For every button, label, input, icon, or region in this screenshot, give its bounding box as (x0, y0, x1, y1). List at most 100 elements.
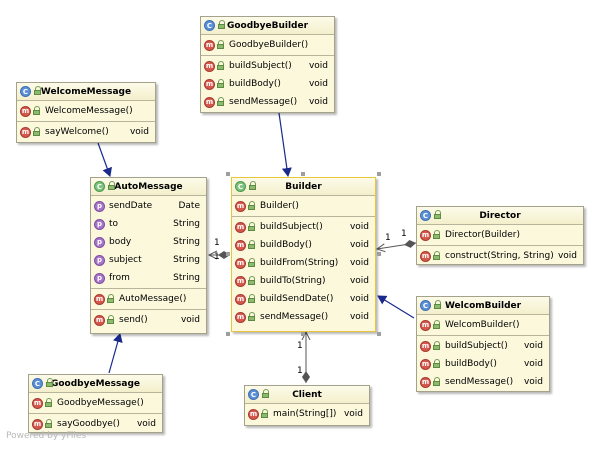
method-label: send() (119, 315, 148, 325)
method-row[interactable]: m buildBody() void (232, 236, 375, 254)
field-icon: p (94, 200, 105, 212)
method-icon: m (32, 418, 43, 430)
method-row[interactable]: m buildBody() void (417, 355, 549, 373)
edge-welcomemessage-automessage (97, 142, 112, 177)
constructor-label: GoodbyeMessage() (57, 398, 144, 408)
multiplicity-label: 1 (214, 252, 220, 262)
class-name: GoodbyeMessage (50, 378, 140, 389)
field-type: String (173, 273, 200, 283)
method-icon: m (235, 200, 246, 212)
selection-handle[interactable] (377, 332, 381, 336)
constructor-row[interactable]: m Director(Builder) (417, 226, 583, 244)
method-row[interactable]: m construct(String, String) void (417, 247, 583, 265)
field-type: String (173, 237, 200, 247)
method-type: void (349, 276, 369, 286)
method-row[interactable]: m sendMessage() void (232, 308, 375, 326)
public-lock-icon (432, 251, 441, 261)
method-icon: m (248, 408, 259, 420)
public-lock-icon (32, 127, 41, 137)
method-label: buildSubject() (445, 341, 508, 351)
method-icon: m (204, 78, 215, 90)
class-header: C Director (417, 207, 583, 225)
class-goodbyemessage[interactable]: C GoodbyeMessage m GoodbyeMessage() m sayG… (28, 374, 163, 433)
field-label: body (109, 237, 132, 247)
method-row[interactable]: m buildSubject() void (201, 57, 334, 75)
class-director[interactable]: C Director m Director(Builder) m construct… (416, 206, 584, 265)
field-row[interactable]: p from String (91, 269, 206, 287)
method-row[interactable]: m buildSubject() void (417, 337, 549, 355)
multiplicity-label: 1 (214, 238, 220, 248)
class-goodbyebuilder[interactable]: C GoodbyeBuilder m GoodbyeBuilder() m buil… (200, 16, 335, 113)
public-lock-icon (32, 106, 41, 116)
abstract-class-icon: C (235, 181, 246, 192)
field-row[interactable]: p sendDate Date (91, 197, 206, 215)
field-row[interactable]: p subject String (91, 251, 206, 269)
multiplicity-label: 1 (401, 229, 407, 239)
selection-handle[interactable] (226, 172, 230, 176)
method-type: void (349, 258, 369, 268)
public-lock-icon (106, 294, 115, 304)
method-icon: m (204, 39, 215, 51)
method-row[interactable]: m buildFrom(String) void (232, 254, 375, 272)
method-icon: m (204, 96, 215, 108)
constructor-label: WelcomBuilder() (445, 320, 520, 330)
public-lock-icon (45, 378, 54, 388)
selection-handle[interactable] (226, 252, 230, 256)
class-name: Director (479, 210, 521, 221)
public-lock-icon (44, 398, 53, 408)
class-header: C Builder (232, 178, 375, 196)
field-row[interactable]: p body String (91, 233, 206, 251)
method-icon: m (235, 239, 246, 251)
method-row[interactable]: m sayWelcome() void (17, 123, 155, 141)
public-lock-icon (216, 79, 225, 89)
method-type: void (129, 127, 149, 137)
class-welcombuilder[interactable]: C WelcomBuilder m WelcomBuilder() m buildS… (416, 296, 550, 392)
class-welcomemessage[interactable]: C WelcomeMessage m WelcomeMessage() m sayW… (16, 82, 156, 143)
public-lock-icon (433, 300, 442, 310)
method-icon: m (235, 311, 246, 323)
method-icon: m (420, 250, 431, 262)
method-type: void (349, 222, 369, 232)
method-row[interactable]: m buildSendDate() void (232, 290, 375, 308)
class-header: C WelcomeMessage (17, 83, 155, 101)
method-type: void (523, 377, 543, 387)
class-builder[interactable]: C Builder m Builder() m buildSubject() void… (231, 177, 376, 332)
constructor-row[interactable]: m WelcomBuilder() (417, 316, 549, 334)
constructor-row[interactable]: m GoodbyeBuilder() (201, 36, 334, 54)
method-row[interactable]: m send() void (91, 311, 206, 329)
method-icon: m (235, 293, 246, 305)
method-icon: m (420, 229, 431, 241)
public-lock-icon (247, 258, 256, 268)
public-lock-icon (432, 230, 441, 240)
class-automessage[interactable]: C AutoMessage p sendDate Date p to String pb… (90, 177, 207, 334)
field-type: String (173, 219, 200, 229)
selection-handle[interactable] (301, 172, 305, 176)
method-row[interactable]: m sendMessage() void (417, 373, 549, 391)
method-row[interactable]: m buildTo(String) void (232, 272, 375, 290)
watermark: Powered by yFiles (6, 431, 87, 441)
method-label: buildBody() (229, 79, 281, 89)
constructor-row[interactable]: m GoodbyeMessage() (29, 394, 162, 412)
class-client[interactable]: C Client m main(String[]) void (244, 385, 370, 426)
selection-handle[interactable] (377, 252, 381, 256)
method-icon: m (235, 221, 246, 233)
method-row[interactable]: m sendMessage() void (201, 93, 334, 111)
field-type: Date (178, 201, 200, 211)
method-row[interactable]: m main(String[]) void (245, 405, 369, 423)
class-name: WelcomBuilder (444, 300, 522, 311)
constructor-row[interactable]: m Builder() (232, 197, 375, 215)
class-header: C WelcomBuilder (417, 297, 549, 315)
constructor-row[interactable]: m WelcomeMessage() (17, 102, 155, 120)
selection-handle[interactable] (301, 332, 305, 336)
method-row[interactable]: m buildBody() void (201, 75, 334, 93)
field-row[interactable]: p to String (91, 215, 206, 233)
constructor-row[interactable]: m AutoMessage() (91, 290, 206, 308)
method-label: buildSendDate() (260, 294, 334, 304)
method-type: void (308, 97, 328, 107)
method-type: void (136, 419, 156, 429)
selection-handle[interactable] (226, 332, 230, 336)
field-label: subject (109, 255, 142, 265)
selection-handle[interactable] (377, 172, 381, 176)
method-row[interactable]: m buildSubject() void (232, 218, 375, 236)
field-label: from (109, 273, 130, 283)
